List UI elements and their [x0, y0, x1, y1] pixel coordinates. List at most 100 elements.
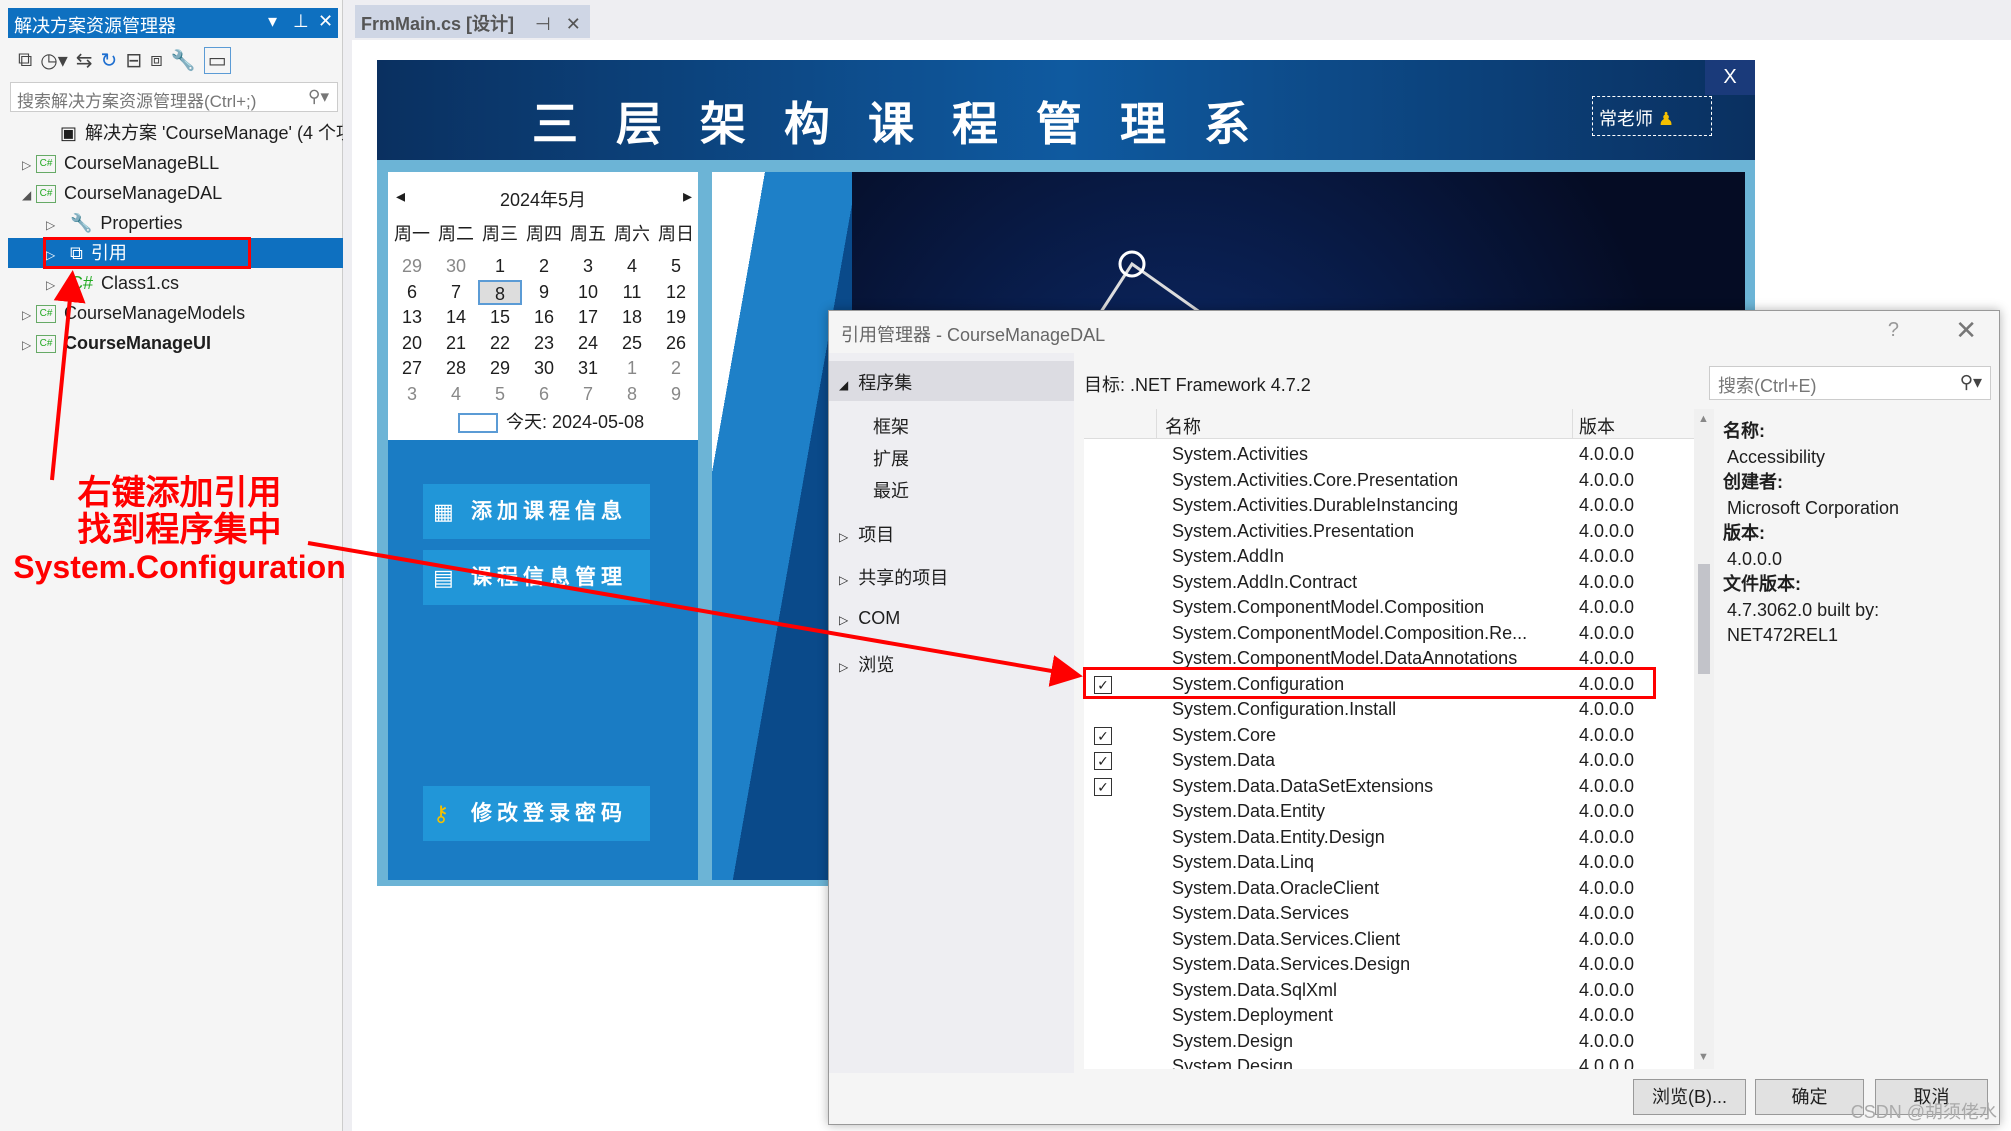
tree-item[interactable]: ▷ C# CourseManageBLL [8, 148, 343, 178]
preview-icon[interactable]: ▭ [203, 46, 231, 74]
search-icon[interactable]: ⚲▾ [308, 87, 329, 107]
checkbox-checked[interactable]: ✓ [1094, 726, 1112, 745]
assembly-row[interactable]: System.Configuration.Install 4.0.0.0 [1084, 697, 1684, 723]
help-button[interactable]: ? [1888, 319, 1899, 342]
assembly-row[interactable]: System.Activities.DurableInstancing 4.0.0… [1084, 493, 1684, 519]
expand-icon[interactable]: ▷ [22, 300, 36, 328]
calendar-day[interactable]: 6 [522, 382, 566, 407]
assembly-row[interactable]: System.ComponentModel.Composition 4.0.0.0 [1084, 595, 1684, 621]
close-icon[interactable]: ✕ [318, 11, 333, 32]
calendar-day[interactable]: 31 [566, 356, 610, 381]
add-course-button[interactable]: ▦ 添加课程信息 [423, 484, 650, 539]
solution-search-input[interactable]: 搜索解决方案资源管理器(Ctrl+;) ⚲▾ [10, 82, 338, 112]
assembly-row[interactable]: System.Data.Services 4.0.0.0 [1084, 901, 1684, 927]
assembly-row[interactable]: System.ComponentModel.Composition.Re... 4… [1084, 621, 1684, 647]
category-recent[interactable]: 最近 [873, 477, 909, 503]
dialog-search-input[interactable]: 搜索(Ctrl+E) ⚲▾ [1709, 366, 1991, 400]
calendar-day[interactable]: 19 [654, 305, 698, 330]
switch-views-icon[interactable]: ⧉ [18, 49, 32, 72]
dialog-close-button[interactable]: ✕ [1955, 315, 1977, 346]
assembly-row[interactable]: System.Data.Services.Client 4.0.0.0 [1084, 927, 1684, 953]
collapse-all-icon[interactable]: ⊟ [125, 48, 142, 73]
assembly-row[interactable]: System.Deployment 4.0.0.0 [1084, 1003, 1684, 1029]
calendar-day[interactable]: 23 [522, 331, 566, 356]
calendar-day[interactable]: 4 [610, 254, 654, 279]
category-shared-projects[interactable]: ▷ 共享的项目 [839, 564, 948, 590]
calendar-day[interactable]: 5 [478, 382, 522, 407]
calendar-day[interactable]: 4 [434, 382, 478, 407]
calendar-day[interactable]: 30 [434, 254, 478, 279]
ok-button[interactable]: 确定 [1755, 1079, 1864, 1115]
assembly-row[interactable]: System.AddIn.Contract 4.0.0.0 [1084, 570, 1684, 596]
calendar-day[interactable]: 12 [654, 280, 698, 305]
assembly-row[interactable]: ✓ System.Data 4.0.0.0 [1084, 748, 1684, 774]
column-version[interactable]: 版本 [1572, 409, 1621, 439]
calendar-day[interactable]: 8 [610, 382, 654, 407]
calendar-day[interactable]: 24 [566, 331, 610, 356]
expand-icon[interactable]: ▷ [46, 270, 60, 298]
assembly-row[interactable]: System.Data.Entity 4.0.0.0 [1084, 799, 1684, 825]
pin-icon[interactable]: ⊣ [535, 14, 551, 34]
assembly-row[interactable]: System.Activities.Core.Presentation 4.0.0… [1084, 468, 1684, 494]
properties-icon[interactable]: 🔧 [171, 48, 196, 73]
expand-icon[interactable]: ▷ [22, 150, 36, 178]
category-framework[interactable]: 框架 [873, 413, 909, 439]
calendar-day[interactable]: 29 [478, 356, 522, 381]
assembly-row[interactable]: System.Data.Entity.Design 4.0.0.0 [1084, 825, 1684, 851]
close-icon[interactable]: ✕ [566, 14, 581, 34]
calendar-day[interactable]: 22 [478, 331, 522, 356]
calendar-day[interactable]: 1 [478, 254, 522, 279]
tree-item[interactable]: ▷ C# CourseManageModels [8, 298, 343, 328]
scroll-up-icon[interactable]: ▲ [1698, 413, 1709, 425]
pin-icon[interactable]: ⊥ [293, 11, 309, 32]
calendar-day[interactable]: 6 [390, 280, 434, 305]
assembly-row[interactable]: System.Activities.Presentation 4.0.0.0 [1084, 519, 1684, 545]
calendar-day[interactable]: 29 [390, 254, 434, 279]
calendar-day[interactable]: 9 [654, 382, 698, 407]
course-manage-button[interactable]: ▤ 课程信息管理 [423, 550, 650, 605]
category-projects[interactable]: ▷ 项目 [839, 521, 894, 547]
scroll-thumb[interactable] [1698, 564, 1710, 674]
calendar-day[interactable]: 5 [654, 254, 698, 279]
column-name[interactable]: 名称 [1156, 409, 1209, 439]
show-all-files-icon[interactable]: ⧈ [150, 49, 163, 72]
calendar-day[interactable]: 10 [566, 280, 610, 305]
dropdown-icon[interactable]: ▾ [268, 11, 277, 32]
change-password-button[interactable]: ⚷ 修改登录密码 [423, 786, 650, 841]
tree-item[interactable]: ▷ C# CourseManageUI [8, 328, 343, 358]
tree-item[interactable]: ▷ C# Class1.cs [8, 268, 343, 298]
browse-button[interactable]: 浏览(B)... [1633, 1079, 1746, 1115]
calendar-day[interactable]: 27 [390, 356, 434, 381]
checkbox-checked[interactable]: ✓ [1094, 752, 1112, 770]
assembly-row[interactable]: System.Data.OracleClient 4.0.0.0 [1084, 876, 1684, 902]
category-com[interactable]: ▷ COM [839, 608, 900, 629]
category-browse[interactable]: ▷ 浏览 [839, 651, 894, 677]
calendar-day[interactable]: 16 [522, 305, 566, 330]
assembly-row[interactable]: System.Design 4.0.0.0 [1084, 1029, 1684, 1055]
tree-item[interactable]: ▣ 解决方案 'CourseManage' (4 个项 [8, 118, 343, 148]
sync-icon[interactable]: ⇆ [76, 48, 93, 73]
calendar-day[interactable]: 3 [566, 254, 610, 279]
calendar-day[interactable]: 28 [434, 356, 478, 381]
assembly-row[interactable]: System.Data.Services.Design 4.0.0.0 [1084, 952, 1684, 978]
calendar-day[interactable]: 7 [566, 382, 610, 407]
checkbox-checked[interactable]: ✓ [1094, 777, 1112, 796]
search-icon[interactable]: ⚲▾ [1960, 372, 1982, 393]
assembly-row[interactable]: System.Data.SqlXml 4.0.0.0 [1084, 978, 1684, 1004]
expand-icon[interactable]: ▷ [22, 330, 36, 358]
category-extensions[interactable]: 扩展 [873, 445, 909, 471]
expand-icon[interactable]: ▷ [46, 210, 60, 238]
next-month-icon[interactable]: ▸ [683, 186, 692, 207]
prev-month-icon[interactable]: ◂ [396, 186, 405, 207]
assembly-row[interactable]: System.Activities 4.0.0.0 [1084, 442, 1684, 468]
tab-frmmain-design[interactable]: FrmMain.cs [设计] ⊣ ✕ [355, 5, 590, 38]
calendar-day[interactable]: 15 [478, 305, 522, 330]
user-label[interactable]: 常老师 ♟ [1592, 96, 1712, 136]
expand-icon[interactable]: ◢ [22, 180, 36, 208]
calendar-day[interactable]: 1 [610, 356, 654, 381]
calendar-day[interactable]: 17 [566, 305, 610, 330]
scroll-down-icon[interactable]: ▼ [1698, 1051, 1709, 1063]
calendar-day[interactable]: 8 [478, 279, 522, 305]
assembly-row[interactable]: ✓ System.Core 4.0.0.0 [1084, 723, 1684, 749]
calendar-day[interactable]: 3 [390, 382, 434, 407]
